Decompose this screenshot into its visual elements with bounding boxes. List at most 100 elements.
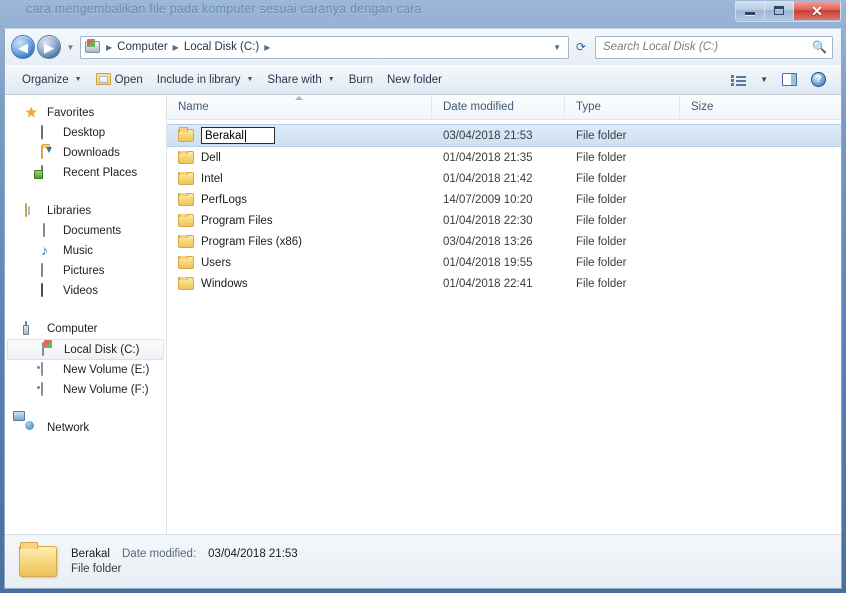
breadcrumb-local-disk[interactable]: Local Disk (C:) — [182, 41, 261, 53]
minimize-button[interactable] — [736, 1, 765, 20]
sidebar-item-documents[interactable]: Documents — [5, 221, 166, 241]
title-bar[interactable]: cara mengembalikan file pada komputer se… — [4, 0, 842, 28]
file-name: Intel — [201, 173, 223, 185]
explorer-window: cara mengembalikan file pada komputer se… — [0, 0, 846, 593]
sidebar-spacer — [5, 187, 166, 201]
cell-name[interactable]: Users — [167, 256, 432, 269]
sidebar-group-computer: Computer Local Disk (C:) New Volume (E:)… — [5, 319, 166, 400]
organize-button[interactable]: Organize ▼ — [15, 70, 89, 90]
column-header-label: Date modified — [443, 101, 514, 113]
open-button[interactable]: Open — [89, 69, 150, 90]
breadcrumb-separator-icon: ▶ — [170, 43, 182, 52]
sidebar-item-favorites[interactable]: ★ Favorites — [5, 103, 166, 123]
cell-name[interactable]: Intel — [167, 172, 432, 185]
folder-icon — [178, 277, 194, 290]
recent-pages-dropdown-icon[interactable]: ▼ — [64, 43, 77, 52]
view-options-dropdown[interactable]: ▼ — [754, 72, 774, 87]
details-item-type: File folder — [71, 563, 298, 575]
cell-date-modified: 14/07/2009 10:20 — [432, 194, 565, 206]
sidebar-item-new-volume-e[interactable]: New Volume (E:) — [5, 360, 166, 380]
folder-icon — [178, 193, 194, 206]
sidebar-item-network[interactable]: Network — [5, 418, 166, 438]
folder-icon — [178, 172, 194, 185]
sidebar-item-pictures[interactable]: Pictures — [5, 261, 166, 281]
rename-input[interactable]: Berakal — [201, 127, 275, 144]
breadcrumb-bar[interactable]: ▶ Computer ▶ Local Disk (C:) ▶ ▼ — [80, 36, 569, 59]
preview-pane-icon — [782, 73, 797, 86]
folder-icon-large — [19, 546, 57, 577]
network-icon — [25, 421, 41, 435]
new-folder-button[interactable]: New folder — [380, 70, 449, 90]
sidebar-spacer — [5, 404, 166, 418]
details-text: Berakal Date modified: 03/04/2018 21:53 … — [71, 548, 298, 575]
desktop-icon — [41, 126, 57, 140]
table-row[interactable]: Users 01/04/2018 19:55 File folder — [167, 252, 841, 273]
sidebar-item-videos[interactable]: Videos — [5, 281, 166, 301]
sidebar-item-music[interactable]: ♪ Music — [5, 241, 166, 261]
preview-pane-button[interactable] — [776, 70, 803, 89]
cell-type: File folder — [565, 257, 680, 269]
table-row[interactable]: Program Files 01/04/2018 22:30 File fold… — [167, 210, 841, 231]
table-row[interactable]: Intel 01/04/2018 21:42 File folder — [167, 168, 841, 189]
table-row[interactable]: Dell 01/04/2018 21:35 File folder — [167, 147, 841, 168]
toolbar-right-group: ▼ ? — [725, 69, 837, 90]
help-button[interactable]: ? — [805, 69, 832, 90]
cell-name[interactable]: Program Files — [167, 214, 432, 227]
breadcrumb-separator-icon: ▶ — [261, 43, 273, 52]
sidebar-label: Libraries — [47, 205, 91, 217]
cell-name[interactable]: Program Files (x86) — [167, 235, 432, 248]
search-box[interactable]: Search Local Disk (C:) 🔍 — [595, 36, 833, 59]
sidebar-group-libraries: Libraries Documents ♪ Music Pictures — [5, 201, 166, 301]
refresh-button[interactable]: ⟳ — [571, 36, 591, 58]
sidebar-item-new-volume-f[interactable]: New Volume (F:) — [5, 380, 166, 400]
breadcrumb-computer[interactable]: Computer — [115, 41, 170, 53]
cell-name[interactable]: PerfLogs — [167, 193, 432, 206]
file-name: Dell — [201, 152, 221, 164]
cell-name[interactable]: Dell — [167, 151, 432, 164]
cell-type: File folder — [565, 152, 680, 164]
drive-icon — [41, 363, 57, 377]
back-button[interactable]: ◀ — [11, 35, 35, 59]
sidebar-item-recent-places[interactable]: Recent Places — [5, 163, 166, 183]
sidebar-item-desktop[interactable]: Desktop — [5, 123, 166, 143]
sidebar-item-libraries[interactable]: Libraries — [5, 201, 166, 221]
cell-name[interactable]: Windows — [167, 277, 432, 290]
table-row[interactable]: Berakal 03/04/2018 21:53 File folder — [167, 124, 841, 147]
column-header-name[interactable]: Name — [167, 95, 432, 120]
sidebar-label: Videos — [63, 285, 98, 297]
table-row[interactable]: PerfLogs 14/07/2009 10:20 File folder — [167, 189, 841, 210]
chevron-down-icon: ▼ — [760, 75, 768, 84]
folder-icon — [178, 129, 194, 142]
forward-button[interactable]: ▶ — [37, 35, 61, 59]
folder-icon — [178, 235, 194, 248]
table-row[interactable]: Windows 01/04/2018 22:41 File folder — [167, 273, 841, 294]
sidebar-item-downloads[interactable]: Downloads — [5, 143, 166, 163]
share-with-button[interactable]: Share with ▼ — [260, 70, 341, 90]
table-row[interactable]: Program Files (x86) 03/04/2018 13:26 Fil… — [167, 231, 841, 252]
sidebar-item-computer[interactable]: Computer — [5, 319, 166, 339]
folder-icon — [178, 151, 194, 164]
organize-label: Organize — [22, 74, 69, 86]
address-dropdown-icon[interactable]: ▼ — [548, 43, 566, 52]
column-header-type[interactable]: Type — [565, 95, 680, 120]
open-folder-icon — [96, 73, 111, 86]
sidebar-label: Desktop — [63, 127, 105, 139]
maximize-button[interactable] — [765, 1, 794, 20]
maximize-icon — [774, 6, 784, 15]
column-header-size[interactable]: Size — [680, 95, 841, 120]
sidebar-label: New Volume (E:) — [63, 364, 149, 376]
cell-name[interactable]: Berakal — [167, 127, 432, 144]
text-caret — [245, 130, 246, 142]
computer-drive-icon — [85, 40, 101, 54]
column-header-date-modified[interactable]: Date modified — [432, 95, 565, 120]
details-date-label: Date modified: — [122, 548, 196, 560]
breadcrumb-separator-icon: ▶ — [103, 43, 115, 52]
view-options-button[interactable] — [725, 71, 752, 89]
document-icon — [41, 224, 57, 238]
burn-button[interactable]: Burn — [342, 70, 380, 90]
search-input[interactable]: Search Local Disk (C:) — [603, 41, 812, 53]
include-in-library-button[interactable]: Include in library ▼ — [150, 70, 261, 90]
sidebar-item-local-disk-c[interactable]: Local Disk (C:) — [7, 339, 164, 360]
include-in-library-label: Include in library — [157, 74, 241, 86]
close-button[interactable]: ✕ — [794, 1, 840, 20]
